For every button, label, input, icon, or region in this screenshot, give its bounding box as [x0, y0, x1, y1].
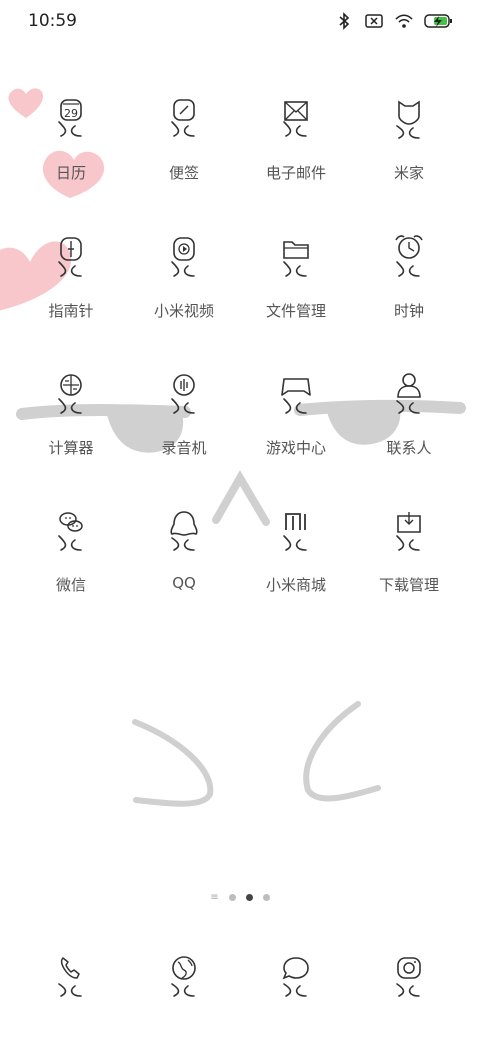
- app-contacts[interactable]: 联系人: [353, 367, 465, 477]
- app-game-center[interactable]: 游戏中心: [240, 367, 352, 477]
- messages-icon: [282, 957, 309, 997]
- app-label: 文件管理: [265, 302, 326, 320]
- app-label: 计算器: [48, 439, 94, 457]
- contacts-icon: [396, 373, 421, 414]
- qq-icon: [170, 511, 198, 551]
- mi-store-icon: [283, 513, 307, 551]
- dock-messages[interactable]: [240, 948, 352, 1008]
- calendar-icon: 29: [58, 99, 82, 137]
- app-label: 指南针: [48, 302, 94, 320]
- video-icon: [171, 237, 195, 277]
- wechat-icon: [58, 512, 83, 551]
- page-menu-icon[interactable]: ≡: [210, 893, 218, 903]
- app-label: QQ: [172, 574, 196, 592]
- app-calendar[interactable]: 29 日历: [15, 92, 127, 202]
- page-dot[interactable]: [228, 894, 236, 901]
- app-label: 下载管理: [378, 576, 439, 594]
- app-mijia[interactable]: 米家: [353, 92, 465, 202]
- app-label: 小米视频: [153, 302, 214, 320]
- app-label: 录音机: [161, 439, 207, 457]
- app-video[interactable]: 小米视频: [128, 230, 240, 340]
- app-files[interactable]: 文件管理: [240, 230, 352, 340]
- calculator-icon: [58, 374, 82, 414]
- app-label: 联系人: [386, 439, 432, 457]
- dock: [0, 948, 480, 1008]
- app-label: 时钟: [393, 302, 424, 320]
- app-label: 便签: [168, 164, 199, 182]
- dock-phone[interactable]: [15, 948, 127, 1008]
- compass-icon: [58, 237, 82, 277]
- email-icon: [283, 101, 308, 137]
- app-clock[interactable]: 时钟: [353, 230, 465, 340]
- dock-browser[interactable]: [128, 948, 240, 1008]
- app-wechat[interactable]: 微信: [15, 504, 127, 614]
- app-recorder[interactable]: 录音机: [128, 367, 240, 477]
- battery-charging-icon: [424, 14, 452, 28]
- page-dot[interactable]: [262, 894, 270, 901]
- status-bar: 10:59: [0, 0, 480, 44]
- dock-camera[interactable]: [353, 948, 465, 1008]
- app-label: 日历: [55, 164, 86, 182]
- app-mi-store[interactable]: 小米商城: [240, 504, 352, 614]
- app-label: 微信: [55, 576, 86, 594]
- app-label: 米家: [393, 164, 424, 182]
- calendar-badge: 29: [64, 107, 78, 120]
- wifi-icon: [395, 14, 413, 28]
- app-calculator[interactable]: 计算器: [15, 367, 127, 477]
- page-indicator[interactable]: ≡: [0, 893, 480, 903]
- app-compass[interactable]: 指南针: [15, 230, 127, 340]
- recorder-icon: [171, 374, 195, 414]
- sim-error-icon: [365, 14, 383, 28]
- app-downloads[interactable]: 下载管理: [353, 504, 465, 614]
- notes-icon: [171, 99, 195, 137]
- bluetooth-icon: [339, 12, 350, 30]
- app-notes[interactable]: 便签: [128, 92, 240, 202]
- app-label: 电子邮件: [265, 164, 326, 182]
- mijia-icon: [396, 100, 420, 139]
- alarm-clock-icon: [395, 235, 423, 277]
- browser-icon: [171, 956, 196, 997]
- folder-icon: [283, 241, 309, 277]
- download-icon: [396, 512, 421, 551]
- phone-icon: [58, 957, 82, 997]
- app-email[interactable]: 电子邮件: [240, 92, 352, 202]
- page-dot-active[interactable]: [245, 894, 253, 901]
- status-time: 10:59: [28, 11, 77, 31]
- camera-icon: [396, 957, 421, 997]
- app-label: 游戏中心: [265, 439, 326, 457]
- app-qq[interactable]: QQ: [128, 504, 240, 614]
- gamepad-icon: [281, 378, 311, 414]
- app-label: 小米商城: [265, 576, 326, 594]
